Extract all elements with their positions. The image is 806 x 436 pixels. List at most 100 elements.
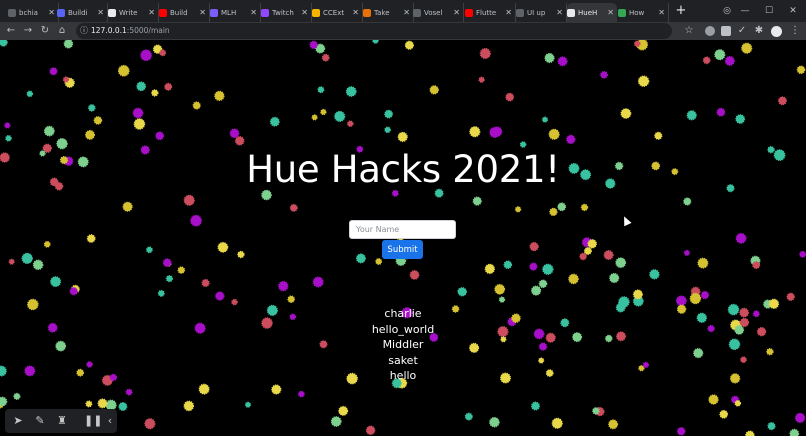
confetti-dot: [0, 40, 8, 47]
select-pointer-icon[interactable]: ➤: [11, 413, 25, 429]
browser-tab[interactable]: Write ✕: [108, 3, 159, 22]
window-close-icon[interactable]: ✕: [780, 0, 806, 22]
home-icon[interactable]: ⌂: [55, 24, 69, 38]
confetti-dot: [21, 252, 33, 265]
confetti-dot: [330, 416, 342, 427]
confetti-dot: [144, 418, 156, 430]
confetti-dot: [338, 405, 349, 416]
pause-icon[interactable]: ❚❚: [84, 413, 102, 429]
confetti-dot: [93, 116, 103, 125]
confetti-dot: [88, 104, 96, 112]
confetti-dot: [118, 402, 128, 412]
menu-kebab-icon[interactable]: ⋮: [788, 24, 802, 38]
confetti-dot: [8, 258, 15, 265]
confetti-dot: [741, 42, 753, 54]
maximize-icon[interactable]: ☐: [756, 0, 782, 22]
info-icon[interactable]: ⓘ: [78, 24, 90, 38]
tab-close-icon[interactable]: ✕: [298, 8, 311, 17]
tab-favicon-icon: [363, 8, 371, 17]
browser-tab[interactable]: HueH ✕: [567, 3, 617, 22]
confetti-dot: [5, 135, 12, 142]
tab-close-icon[interactable]: ✕: [553, 8, 566, 17]
confetti-dot: [50, 276, 62, 288]
confetti-dot: [714, 49, 726, 61]
pen-icon[interactable]: ✎: [33, 413, 47, 429]
confetti-dot: [132, 107, 144, 119]
name-input[interactable]: [349, 220, 456, 239]
confetti-dot: [4, 122, 11, 129]
confetti-dot: [654, 131, 663, 140]
minimize-icon[interactable]: —: [732, 0, 758, 22]
tab-close-icon[interactable]: ✕: [196, 8, 209, 17]
drawing-toolbar: ➤ ✎ ♜ ❚❚ ‹: [5, 409, 117, 433]
browser-tab[interactable]: MLH ✕: [210, 3, 261, 22]
confetti-dot: [489, 416, 500, 428]
browser-tab[interactable]: Twitch ✕: [261, 3, 312, 22]
broom-icon[interactable]: ♜: [55, 413, 69, 429]
bookmark-star-icon[interactable]: ☆: [682, 24, 696, 38]
confetti-dot: [26, 90, 34, 98]
browser-tab[interactable]: UI up ✕: [516, 3, 567, 22]
avatar[interactable]: [771, 26, 782, 37]
browser-tab[interactable]: How ✕: [618, 3, 669, 22]
confetti-dot: [261, 189, 272, 201]
names-list: charlie hello_world Middler saket hello: [0, 306, 806, 384]
check-extension-icon[interactable]: ✓: [735, 24, 749, 38]
browser-tab[interactable]: Flutte ✕: [465, 3, 516, 22]
tab-close-icon[interactable]: ✕: [655, 8, 668, 17]
confetti-dot: [312, 276, 324, 288]
browser-tab[interactable]: bchia ✕: [8, 3, 59, 22]
confetti-dot: [63, 40, 74, 49]
tab-close-icon[interactable]: ✕: [349, 8, 362, 17]
confetti-dot: [345, 86, 357, 97]
name-list-item: Middler: [382, 338, 424, 351]
confetti-dot: [542, 263, 554, 275]
tab-close-icon[interactable]: ✕: [247, 8, 260, 17]
submit-button[interactable]: Submit: [382, 240, 423, 259]
browser-tab[interactable]: Vosel ✕: [413, 3, 464, 22]
confetti-dot: [0, 396, 8, 407]
browser-tab[interactable]: Build ✕: [159, 3, 210, 22]
confetti-dot: [603, 250, 614, 261]
browser-tab[interactable]: CCExt ✕: [312, 3, 363, 22]
new-tab-button[interactable]: +: [674, 4, 688, 18]
tab-label: How: [629, 8, 645, 17]
page-viewport: Hue Hacks 2021! Submit charlie hello_worl…: [0, 40, 806, 436]
confetti-dot: [214, 90, 225, 102]
confetti-dot: [592, 407, 600, 415]
confetti-dot: [69, 286, 78, 296]
confetti-dot: [298, 390, 305, 398]
collapse-chevron-icon[interactable]: ‹: [103, 413, 117, 429]
browser-tab[interactable]: Take ✕: [363, 3, 414, 22]
tab-close-icon[interactable]: ✕: [502, 8, 515, 17]
confetti-dot: [632, 289, 643, 300]
back-arrow-icon[interactable]: ←: [4, 24, 18, 38]
confetti-dot: [43, 240, 51, 248]
tab-label: Build: [170, 8, 188, 17]
browser-tab[interactable]: Buildi ✕: [57, 3, 108, 22]
tab-close-icon[interactable]: ✕: [604, 8, 617, 17]
confetti-dot: [608, 419, 619, 430]
reload-icon[interactable]: ↻: [38, 24, 52, 38]
tab-close-icon[interactable]: ✕: [94, 8, 107, 17]
confetti-dot: [244, 401, 252, 408]
confetti-dot: [708, 394, 719, 405]
confetti-dot: [49, 67, 58, 76]
tab-favicon-icon: [159, 8, 167, 17]
tab-label: HueH: [578, 8, 598, 17]
tab-close-icon[interactable]: ✕: [400, 8, 413, 17]
tab-close-icon[interactable]: ✕: [145, 8, 158, 17]
forward-arrow-icon[interactable]: →: [21, 24, 35, 38]
confetti-dot: [735, 232, 747, 244]
confetti-dot: [457, 287, 465, 295]
confetti-dot: [568, 273, 579, 285]
tab-close-icon[interactable]: ✕: [450, 8, 463, 17]
extension-icon[interactable]: [705, 26, 715, 36]
browser-tab-bar: bchia ✕ Buildi ✕ Write ✕ Build ✕ MLH ✕ Twitch ✕ CCEx…: [0, 0, 806, 22]
confetti-dot: [86, 234, 96, 243]
confetti-dot: [530, 285, 542, 296]
confetti-dot: [538, 279, 548, 289]
address-bar[interactable]: ⓘ 127.0.0.1:5000/main: [76, 23, 672, 39]
puzzle-icon[interactable]: ✱: [752, 24, 766, 38]
extension-icon[interactable]: [721, 26, 731, 36]
